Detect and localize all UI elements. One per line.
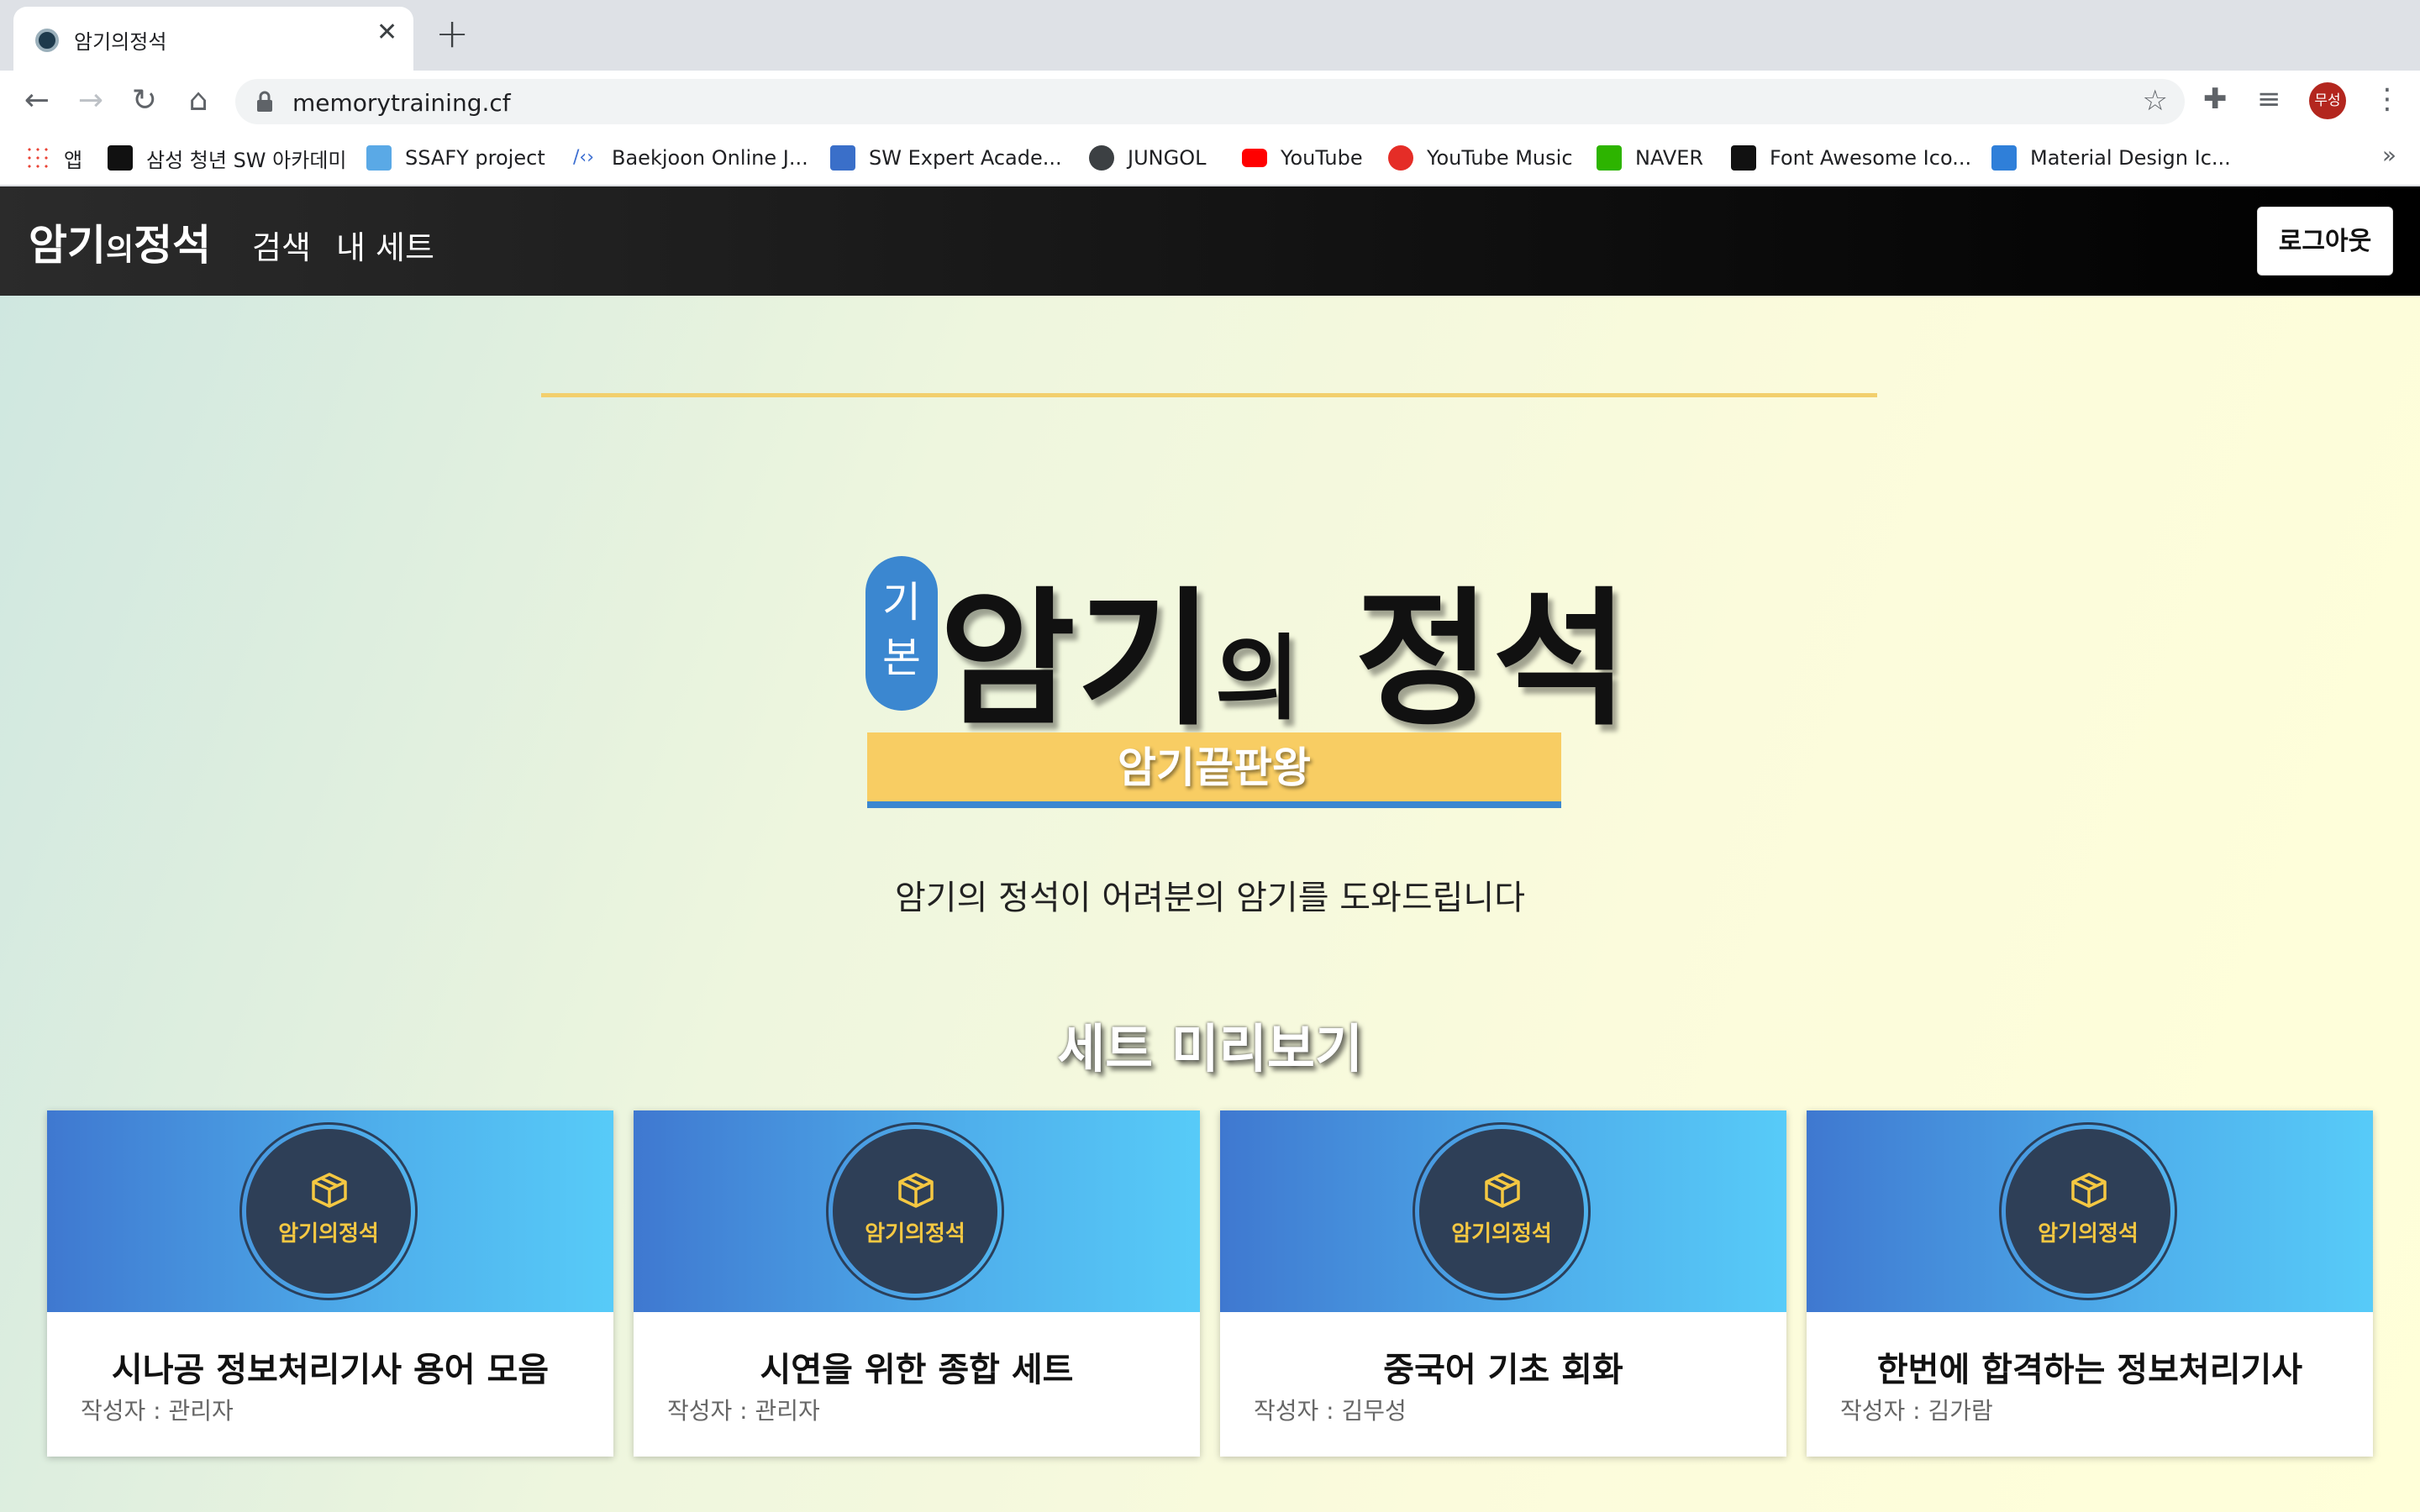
logout-button[interactable]: 로그아웃 xyxy=(2257,207,2393,276)
set-card[interactable]: 암기의정석 시연을 위한 종합 세트 작성자 : 관리자 xyxy=(634,1110,1200,1457)
card-circle xyxy=(2006,1129,2170,1294)
code-icon: /‹› xyxy=(573,147,595,168)
bookmark-ssafy[interactable]: 삼성 청년 SW 아카데미 xyxy=(108,143,347,173)
tab-title: 암기의정석 xyxy=(74,30,167,54)
bookmarks-bar: 앱 삼성 청년 SW 아카데미 SSAFY project /‹› Baekjo… xyxy=(0,131,2420,186)
hero-title: 암기의 정석 xyxy=(939,574,1631,746)
card-banner: 암기의정석 xyxy=(634,1110,1200,1312)
card-banner: 암기의정석 xyxy=(1807,1110,2373,1312)
card-title: 시연을 위한 종합 세트 xyxy=(760,1351,1074,1389)
card-circle xyxy=(833,1129,997,1294)
box-icon xyxy=(312,1173,347,1208)
set-card[interactable]: 암기의정석 중국어 기초 회화 작성자 : 김무성 xyxy=(1220,1110,1786,1457)
hero-subtitle-banner: 암기끝판왕 xyxy=(867,732,1561,808)
naver-icon xyxy=(1597,145,1622,171)
card-author: 작성자 : 김가람 xyxy=(1840,1397,1993,1425)
bookmark-label: 앱 xyxy=(64,148,83,172)
bookmark-label: SW Expert Acade... xyxy=(869,146,1062,170)
close-tab-icon[interactable]: ✕ xyxy=(376,20,397,45)
bookmark-label: YouTube Music xyxy=(1427,146,1573,170)
box-icon xyxy=(1485,1173,1520,1208)
site-logo[interactable]: 암기의정석 xyxy=(29,212,211,272)
card-author: 작성자 : 관리자 xyxy=(81,1397,234,1425)
browser-toolbar: ← → ↻ ⌂ memorytraining.cf ☆ ✚ ≡ 무성 ⋮ xyxy=(0,71,2420,131)
card-title: 시나공 정보처리기사 용어 모음 xyxy=(111,1351,550,1389)
ssafy-project-icon xyxy=(366,145,392,171)
forward-icon[interactable]: → xyxy=(71,81,111,121)
nav-my-sets-link[interactable]: 내 세트 xyxy=(336,222,434,268)
card-title: 한번에 합격하는 정보처리기사 xyxy=(1876,1351,2303,1389)
bookmark-swea[interactable]: SW Expert Acade... xyxy=(830,143,1062,173)
bookmark-ssafy-project[interactable]: SSAFY project xyxy=(366,143,545,173)
extensions-icon[interactable]: ✚ xyxy=(2203,82,2228,116)
youtube-icon xyxy=(1242,149,1267,167)
bookmark-label: 삼성 청년 SW 아카데미 xyxy=(146,148,347,172)
box-icon xyxy=(898,1173,934,1208)
bookmark-youtube-music[interactable]: YouTube Music xyxy=(1388,143,1573,173)
youtube-music-icon xyxy=(1388,145,1413,171)
new-tab-icon[interactable]: + xyxy=(435,13,469,54)
url-text: memorytraining.cf xyxy=(292,89,511,117)
card-brand-label: 암기의정석 xyxy=(1451,1221,1552,1247)
card-brand-label: 암기의정석 xyxy=(278,1221,379,1247)
lock-icon xyxy=(257,91,272,112)
bookmark-youtube[interactable]: YouTube xyxy=(1242,143,1363,173)
card-circle xyxy=(246,1129,411,1294)
ssafy-icon xyxy=(108,145,133,171)
box-icon xyxy=(2071,1173,2107,1208)
site-favicon-icon xyxy=(35,29,59,52)
bookmark-jungol[interactable]: JUNGOL xyxy=(1089,143,1206,173)
set-card[interactable]: 암기의정석 한번에 합격하는 정보처리기사 작성자 : 김가람 xyxy=(1807,1110,2373,1457)
bookmark-material-design[interactable]: Material Design Ic... xyxy=(1991,143,2231,173)
bookmark-label: SSAFY project xyxy=(405,146,545,170)
bookmark-baekjoon[interactable]: /‹› Baekjoon Online J... xyxy=(573,143,808,173)
profile-avatar[interactable]: 무성 xyxy=(2309,82,2346,119)
card-author: 작성자 : 관리자 xyxy=(667,1397,820,1425)
address-bar[interactable]: memorytraining.cf ☆ xyxy=(235,79,2185,124)
bookmark-star-icon[interactable]: ☆ xyxy=(2143,84,2168,118)
card-title: 중국어 기초 회화 xyxy=(1383,1351,1623,1389)
back-icon[interactable]: ← xyxy=(17,81,57,121)
hero-tagline: 암기의 정석이 어려분의 암기를 도와드립니다 xyxy=(894,879,1526,917)
globe-icon xyxy=(1089,145,1114,171)
card-banner: 암기의정석 xyxy=(1220,1110,1786,1312)
hero-section: 기 본 암기의 정석 암기끝판왕 암기의 정석이 어려분의 암기를 도와드립니다… xyxy=(0,296,2420,1512)
decorative-divider xyxy=(541,393,1877,397)
card-brand-label: 암기의정석 xyxy=(865,1221,965,1247)
home-icon[interactable]: ⌂ xyxy=(178,81,218,121)
bookmark-label: JUNGOL xyxy=(1128,146,1207,170)
bookmark-label: Baekjoon Online J... xyxy=(612,146,808,170)
swea-icon xyxy=(830,145,855,171)
card-brand-label: 암기의정석 xyxy=(2038,1221,2139,1247)
browser-tab[interactable]: 암기의정석 ✕ xyxy=(13,7,413,71)
bookmark-naver[interactable]: NAVER xyxy=(1597,143,1703,173)
set-card[interactable]: 암기의정석 시나공 정보처리기사 용어 모음 작성자 : 관리자 xyxy=(47,1110,613,1457)
bookmark-label: YouTube xyxy=(1281,146,1363,170)
bookmark-apps[interactable]: 앱 xyxy=(25,143,82,173)
apps-grid-icon xyxy=(25,145,50,171)
card-circle xyxy=(1419,1129,1584,1294)
bookmark-font-awesome[interactable]: Font Awesome Ico... xyxy=(1731,143,1971,173)
reload-icon[interactable]: ↻ xyxy=(124,81,165,121)
material-icon xyxy=(1991,145,2017,171)
preview-heading: 세트 미리보기 xyxy=(1057,1018,1363,1079)
media-queue-icon[interactable]: ≡ xyxy=(2257,82,2281,116)
card-banner: 암기의정석 xyxy=(47,1110,613,1312)
basic-badge: 기 본 xyxy=(865,556,938,711)
card-author: 작성자 : 김무성 xyxy=(1254,1397,1407,1425)
browser-tabstrip: 암기의정석 ✕ + xyxy=(0,0,2420,71)
bookmark-label: Material Design Ic... xyxy=(2030,146,2231,170)
bookmark-label: NAVER xyxy=(1635,146,1704,170)
menu-kebab-icon[interactable]: ⋮ xyxy=(2373,82,2402,116)
flag-icon xyxy=(1731,145,1756,171)
site-navbar: 암기의정석 검색 내 세트 로그아웃 xyxy=(0,186,2420,296)
nav-search-link[interactable]: 검색 xyxy=(252,222,311,268)
bookmark-label: Font Awesome Ico... xyxy=(1770,146,1972,170)
bookmarks-overflow-icon[interactable]: » xyxy=(2382,141,2396,169)
